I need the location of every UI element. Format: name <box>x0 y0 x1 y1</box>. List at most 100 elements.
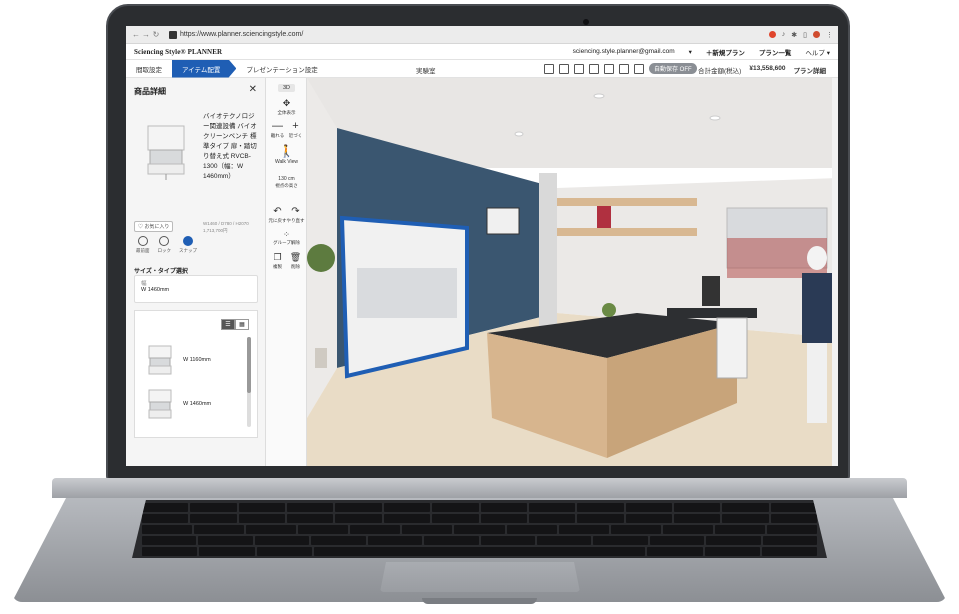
size-card-value: W 1460mm <box>141 287 170 293</box>
hinge <box>52 478 907 498</box>
plan-detail-button[interactable]: プラン詳細 <box>794 65 827 75</box>
new-plan-button[interactable]: ＋新規プラン <box>706 47 745 57</box>
no-entry-icon <box>137 236 148 246</box>
viewport-scrollbar[interactable] <box>832 78 838 466</box>
mannequin-legs <box>807 343 827 423</box>
back-arrow-icon[interactable]: ← <box>131 30 141 39</box>
shelf-column <box>539 173 557 333</box>
mail-icon[interactable] <box>544 63 554 74</box>
list-item-label: W 1160mm <box>183 357 211 363</box>
tab-item-placement[interactable]: アイテム配置 <box>172 59 237 78</box>
lock-button[interactable]: ロック <box>158 236 171 254</box>
favorite-button[interactable]: ♡ お気に入り <box>134 221 174 232</box>
shelf <box>557 198 697 206</box>
total-value: ¥13,558,600 <box>749 65 786 72</box>
ceiling-light <box>709 115 721 121</box>
bring-front-button[interactable]: 最前面 <box>136 236 150 254</box>
size-option-list: ☰ ▦ W 1160mm W 1460mm <box>134 310 258 438</box>
sidepanel-icon[interactable]: ▯ <box>803 31 807 39</box>
list-item[interactable]: W 1160mm <box>147 341 247 379</box>
mode-3d-toggle[interactable]: 3D <box>266 84 307 92</box>
user-dropdown-icon[interactable]: ▾ <box>689 48 692 56</box>
potted-plant <box>307 244 335 272</box>
size-section-title: サイズ・タイプ選択 <box>134 269 188 275</box>
room-name: 実験室 <box>416 68 436 75</box>
camera-height-label: 視点の高さ <box>275 183 298 188</box>
mannequin-coat <box>802 273 832 343</box>
camera-icon[interactable] <box>574 63 584 74</box>
product-thumbnail <box>147 125 185 180</box>
3d-viewport[interactable] <box>307 78 838 466</box>
profile-avatar[interactable] <box>813 31 820 38</box>
camera-height-field[interactable]: 130 cm 視点の高さ <box>266 176 307 189</box>
laptop-frame: ← → ↻ https://www.planner.sciencingstyle… <box>0 0 959 614</box>
tab-layout[interactable]: 間取設定 <box>126 60 172 78</box>
tab-presentation[interactable]: プレゼンテーション設定 <box>236 60 327 78</box>
product-thumbnail <box>148 345 172 375</box>
total-price: 合計金額(税込) ¥13,558,600 プラン詳細 <box>698 65 826 75</box>
puzzle-icon[interactable]: ✱ <box>791 31 797 39</box>
redo-icon: ↷ <box>291 206 300 217</box>
plan-list-button[interactable]: プラン一覧 <box>759 47 792 57</box>
browser-toolbar: ← → ↻ https://www.planner.sciencingstyle… <box>126 26 838 44</box>
print-icon[interactable] <box>604 63 614 74</box>
app-logo: Sciencing Style® PLANNER <box>134 47 223 56</box>
ceiling-light <box>593 93 605 99</box>
plant-pot <box>315 348 327 368</box>
product-price: 1,713,700円 <box>203 228 228 233</box>
user-email[interactable]: sciencing.style.planner@gmail.com <box>573 48 675 55</box>
fit-arrows-icon: ✥ <box>282 98 291 108</box>
size-card-label: 幅 <box>141 281 147 287</box>
scrollbar-thumb[interactable] <box>247 337 251 393</box>
list-scrollbar[interactable] <box>247 337 251 427</box>
microscope <box>702 276 720 306</box>
action-label: 最前面 <box>136 248 150 253</box>
forward-arrow-icon[interactable]: → <box>141 30 151 39</box>
ceiling-light <box>514 131 524 137</box>
laptop-lip <box>422 598 537 604</box>
edit-icon[interactable] <box>634 63 644 74</box>
address-bar[interactable]: https://www.planner.sciencingstyle.com/ <box>169 30 303 39</box>
fit-label: 全体表示 <box>277 110 296 115</box>
zoom-in-label: 近づく <box>288 133 303 138</box>
list-view-icon[interactable]: ☰ <box>221 319 235 330</box>
selected-size-card[interactable]: 幅 W 1460mm <box>134 275 258 303</box>
ungroup-button[interactable]: ⁘ グループ解除 <box>266 230 307 246</box>
menu-dots-icon[interactable]: ⋮ <box>826 31 833 39</box>
walking-person-icon: 🚶 <box>279 144 294 158</box>
trash-icon: 🗑 <box>289 252 302 262</box>
wall-picture <box>486 207 520 235</box>
delete-label: 削除 <box>291 264 300 269</box>
extension-icon[interactable] <box>768 31 776 38</box>
list-item[interactable]: W 1460mm <box>147 385 247 423</box>
extension-icon[interactable]: ♪ <box>782 31 786 38</box>
screenshot-icon[interactable] <box>589 63 599 74</box>
fit-all-button[interactable]: ✥ 全体表示 <box>266 98 307 116</box>
trackpad <box>380 562 580 592</box>
height-unit: cm <box>288 176 295 182</box>
panel-title: 商品詳細 <box>134 87 166 96</box>
side-bench-top <box>667 308 757 318</box>
item-actions: 最前面 ロック スナップ <box>136 236 197 254</box>
magnet-icon <box>183 236 193 246</box>
snap-button[interactable]: スナップ <box>179 236 197 254</box>
close-icon[interactable]: ✕ <box>249 84 257 95</box>
mannequin-head <box>807 246 827 270</box>
screen: ← → ↻ https://www.planner.sciencingstyle… <box>126 26 838 466</box>
browser-extensions: ♪ ✱ ▯ ⋮ <box>768 31 833 39</box>
walk-view-button[interactable]: 🚶 Walk View <box>266 144 307 165</box>
save-icon[interactable] <box>619 63 629 74</box>
help-menu[interactable]: ヘルプ ▾ <box>805 47 830 57</box>
grid-view-icon[interactable]: ▦ <box>235 319 249 330</box>
autosave-toggle[interactable]: 自動保存 OFF <box>649 63 697 74</box>
laptop-base <box>12 478 947 608</box>
list-item-label: W 1460mm <box>183 401 212 407</box>
camera-height-value: 130 cm <box>278 176 294 182</box>
walk-view-label: Walk View <box>274 159 299 165</box>
fit-icon[interactable] <box>559 63 569 74</box>
app-header: Sciencing Style® PLANNER sciencing.style… <box>126 44 838 60</box>
redo-label: やり直す <box>286 218 305 223</box>
product-name: バイオテクノロジー関連設備 バイオクリーンベンチ 標準タイプ 扉・踏切り替え式 … <box>203 113 257 180</box>
reload-icon[interactable]: ↻ <box>151 30 161 39</box>
lock-icon <box>159 236 170 246</box>
